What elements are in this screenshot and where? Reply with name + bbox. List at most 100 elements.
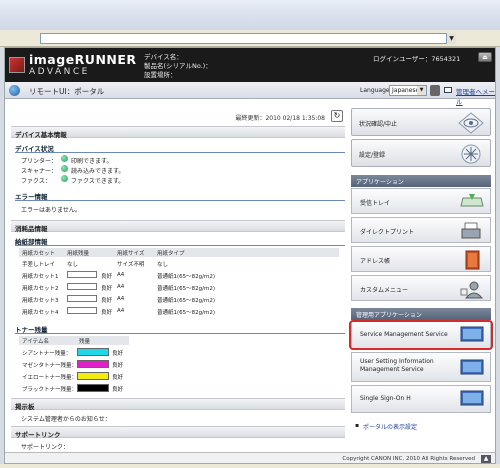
address-bar-row: ▼ xyxy=(0,30,500,47)
table-row: シアントナー残量： 良好 xyxy=(19,347,149,359)
product-name-label: 製品名(シリアルNo.)： xyxy=(144,62,212,70)
logout-button[interactable]: ⏏ xyxy=(478,52,492,62)
table-row: 用紙カセット4 良好 A4 普通紙1(65～82g/m2) xyxy=(19,306,339,317)
notice-text: システム管理者からのお知らせ： xyxy=(21,416,111,423)
toner-name: ブラックトナー残量： xyxy=(22,387,78,393)
col-item: アイテム名 xyxy=(22,339,49,345)
col-cassette: 用紙カセット xyxy=(22,251,56,257)
paper-size: A4 xyxy=(117,284,125,290)
paper-level-box xyxy=(67,295,97,302)
settings-button[interactable]: 設定/登録 xyxy=(351,139,491,167)
last-updated-text: 最終更新：2010 02/18 1:35:08 xyxy=(235,115,325,122)
error-text: エラーはありません。 xyxy=(21,207,81,214)
sidebar: 状況確認/中止 設定/登録 アプリケーション 受信トレイ ダイレクトプリント ア… xyxy=(349,102,493,447)
app-address-book[interactable]: アドレス帳 xyxy=(351,246,491,272)
monitor-icon xyxy=(460,390,484,406)
back-to-top-icon[interactable]: ▲ xyxy=(481,455,491,463)
login-user: ログインユーザー：7654321 xyxy=(373,55,461,63)
paper-level-box xyxy=(67,271,97,278)
device-info: デバイス名： 製品名(シリアルNo.)： 設置場所： xyxy=(144,53,212,80)
language-label: Language: xyxy=(360,87,392,94)
status-ok-icon xyxy=(61,165,68,172)
table-row: マゼンタトナー残量： 良好 xyxy=(19,359,149,371)
toner-level: 良好 xyxy=(112,375,124,381)
address-book-icon xyxy=(465,250,480,270)
app-user-setting-info[interactable]: User Setting Information Management Serv… xyxy=(351,352,491,382)
notice-header: 掲示板 xyxy=(11,398,345,411)
paper-level-box xyxy=(67,283,97,290)
table-row: 用紙カセット2 良好 A4 普通紙1(65～82g/m2) xyxy=(19,282,339,293)
refresh-button[interactable]: ↻ xyxy=(331,110,343,122)
portal-page: imageRUNNER ADVANCE デバイス名： 製品名(シリアルNo.)：… xyxy=(4,47,496,464)
scanner-label: スキャナー： xyxy=(21,168,58,175)
app-custom-menu[interactable]: カスタムメニュー xyxy=(351,275,491,301)
last-updated-row: 最終更新：2010 02/18 1:35:08 ↻ xyxy=(11,110,345,122)
col-remaining: 残量 xyxy=(79,339,91,345)
user-icon xyxy=(460,281,484,299)
paper-type: 普通紙1(65～82g/m2) xyxy=(157,298,215,304)
divider xyxy=(15,200,345,201)
status-ok-icon xyxy=(61,175,68,182)
main-content: 最終更新：2010 02/18 1:35:08 ↻ デバイス基本情報 デバイス状… xyxy=(11,102,345,451)
toner-level: 良好 xyxy=(112,387,124,393)
printer-icon xyxy=(461,222,481,239)
paper-type: 普通紙1(65～82g/m2) xyxy=(157,274,215,280)
status-ok-icon xyxy=(61,155,68,162)
device-info-header: デバイス基本情報 xyxy=(11,126,345,139)
location-label: 設置場所： xyxy=(144,71,177,79)
address-dropdown-icon[interactable]: ▼ xyxy=(446,33,456,44)
paper-level: 良好 xyxy=(101,298,113,304)
app-inbox[interactable]: 受信トレイ xyxy=(351,188,491,214)
cassette-name: 手差しトレイ xyxy=(22,262,56,268)
paper-level: 良好 xyxy=(101,310,113,316)
status-monitor-label: 状況確認/中止 xyxy=(359,121,398,128)
app-label: 受信トレイ xyxy=(360,200,391,207)
divider xyxy=(15,152,345,153)
fax-status: ファクスできます。 xyxy=(71,178,125,185)
app-single-sign-on[interactable]: Single Sign-On H xyxy=(351,385,491,413)
paper-table-header: 用紙カセット 用紙残量 用紙サイズ 用紙タイプ xyxy=(19,248,339,257)
globe-icon xyxy=(9,85,20,96)
app-label: カスタムメニュー xyxy=(360,287,409,294)
black-toner-bar xyxy=(77,384,109,392)
chevron-down-icon: ▼ xyxy=(417,86,426,95)
selection-highlight xyxy=(349,320,493,350)
col-size: 用紙サイズ xyxy=(117,251,145,257)
toner-name: マゼンタトナー残量： xyxy=(22,363,78,369)
app-label: Single Sign-On H xyxy=(360,395,411,402)
scanner-status: 読み込みできます。 xyxy=(71,168,125,175)
toner-name: イエロートナー残量： xyxy=(22,375,77,381)
printer-label: プリンター： xyxy=(21,158,58,165)
browser-status-bar xyxy=(0,464,500,468)
logo-subtitle: ADVANCE xyxy=(29,67,90,77)
address-input[interactable] xyxy=(40,33,456,44)
inbox-icon xyxy=(460,194,484,207)
portal-display-settings-link[interactable]: ポータルの表示設定 xyxy=(363,422,417,431)
toner-table-header: アイテム名 残量 xyxy=(19,336,129,345)
magenta-toner-bar xyxy=(77,360,109,368)
settings-icon xyxy=(461,144,481,164)
paper-size: A4 xyxy=(117,296,125,302)
canon-cube-icon xyxy=(9,57,25,73)
copyright: Copyright CANON INC. 2010 All Rights Res… xyxy=(342,456,475,462)
cassette-name: 用紙カセット4 xyxy=(22,310,59,316)
language-apply-button[interactable] xyxy=(430,85,440,96)
col-level: 用紙残量 xyxy=(67,251,90,257)
cassette-name: 用紙カセット1 xyxy=(22,274,59,280)
app-label: ダイレクトプリント xyxy=(360,229,415,236)
divider xyxy=(15,245,345,246)
support-text: サポートリンク： xyxy=(21,444,70,451)
paper-type: 普通紙1(65～82g/m2) xyxy=(157,310,215,316)
table-row: イエロートナー残量： 良好 xyxy=(19,371,149,383)
paper-size: サイズ不明 xyxy=(117,262,145,268)
device-header: imageRUNNER ADVANCE デバイス名： 製品名(シリアルNo.)：… xyxy=(5,48,495,82)
status-monitor-button[interactable]: 状況確認/中止 xyxy=(351,108,491,136)
cyan-toner-bar xyxy=(77,348,109,356)
fax-label: ファクス： xyxy=(21,178,51,185)
table-row: 用紙カセット1 良好 A4 普通紙1(65～82g/m2) xyxy=(19,270,339,281)
monitor-icon xyxy=(460,359,484,375)
paper-level: 良好 xyxy=(101,274,113,280)
language-select[interactable]: Japanese ▼ xyxy=(389,85,427,96)
refresh-icon: ↻ xyxy=(333,111,341,120)
app-direct-print[interactable]: ダイレクトプリント xyxy=(351,217,491,243)
